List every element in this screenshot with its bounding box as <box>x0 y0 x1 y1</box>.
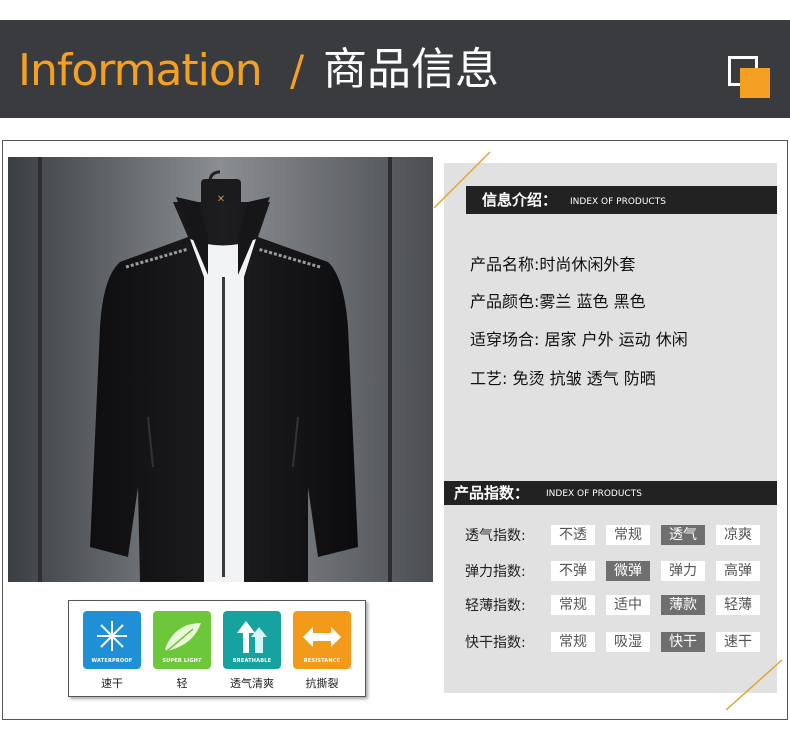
index-option: 弹力 <box>661 561 705 581</box>
feature-resistance: RESISTANCE <box>293 611 351 669</box>
header-squares-icon <box>728 56 772 100</box>
feature-caption: WATERPROOF <box>91 658 133 664</box>
info-product-color: 产品颜色:雾兰 蓝色 黑色 <box>470 292 646 311</box>
index-option: 凉爽 <box>716 525 760 545</box>
index-title-cn: 产品指数： <box>454 484 530 502</box>
index-label: 透气指数: <box>465 528 526 544</box>
index-header-bar: 产品指数： INDEX OF PRODUCTS <box>444 481 777 505</box>
feature-caption: RESISTANCE <box>303 658 341 664</box>
index-title-en: INDEX OF PRODUCTS <box>546 489 642 499</box>
index-option: 不透 <box>551 525 595 545</box>
feature-label: 透气清爽 <box>230 677 274 690</box>
index-option-selected: 薄款 <box>661 595 705 615</box>
header-title-en: Information <box>18 45 263 96</box>
feature-label: 速干 <box>101 677 123 690</box>
info-product-name: 产品名称:时尚休闲外套 <box>470 255 636 274</box>
page-header: Information / 商品信息 <box>0 20 790 118</box>
index-option: 不弹 <box>551 561 595 581</box>
info-occasion: 适穿场合: 居家 户外 运动 休闲 <box>470 330 688 349</box>
feature-waterproof: WATERPROOF <box>83 611 141 669</box>
info-craft: 工艺: 免烫 抗皱 透气 防晒 <box>470 369 656 388</box>
product-photo: ✕ <box>8 157 433 582</box>
features-box: WATERPROOF 速干 SUPER LIGHT 轻 BREATHABLE 透… <box>68 600 366 697</box>
header-title-cn: 商品信息 <box>323 44 499 95</box>
intro-header-bar: 信息介绍： INDEX OF PRODUCTS <box>466 186 777 214</box>
index-option: 适中 <box>606 595 650 615</box>
feature-caption: BREATHABLE <box>232 658 272 664</box>
feature-label: 抗撕裂 <box>305 677 339 690</box>
feature-breathable: BREATHABLE <box>223 611 281 669</box>
index-option: 常规 <box>551 632 595 652</box>
index-option: 常规 <box>606 525 650 545</box>
index-option: 吸湿 <box>606 632 650 652</box>
index-option-selected: 透气 <box>661 525 705 545</box>
index-option: 常规 <box>551 595 595 615</box>
intro-title-cn: 信息介绍： <box>482 191 558 209</box>
feature-caption: SUPER LIGHT <box>162 658 202 664</box>
index-label: 弹力指数: <box>465 564 526 580</box>
header-slash: / <box>290 46 305 95</box>
feature-label: 轻 <box>176 677 188 690</box>
index-option: 高弹 <box>716 561 760 581</box>
decorative-line-bottom <box>725 659 783 711</box>
index-option-selected: 快干 <box>661 632 705 652</box>
index-label: 快干指数: <box>465 635 526 651</box>
index-option: 速干 <box>716 632 760 652</box>
index-label: 轻薄指数: <box>465 598 526 614</box>
intro-title-en: INDEX OF PRODUCTS <box>570 197 666 207</box>
feature-super-light: SUPER LIGHT <box>153 611 211 669</box>
index-option-selected: 微弹 <box>606 561 650 581</box>
index-option: 轻薄 <box>716 595 760 615</box>
